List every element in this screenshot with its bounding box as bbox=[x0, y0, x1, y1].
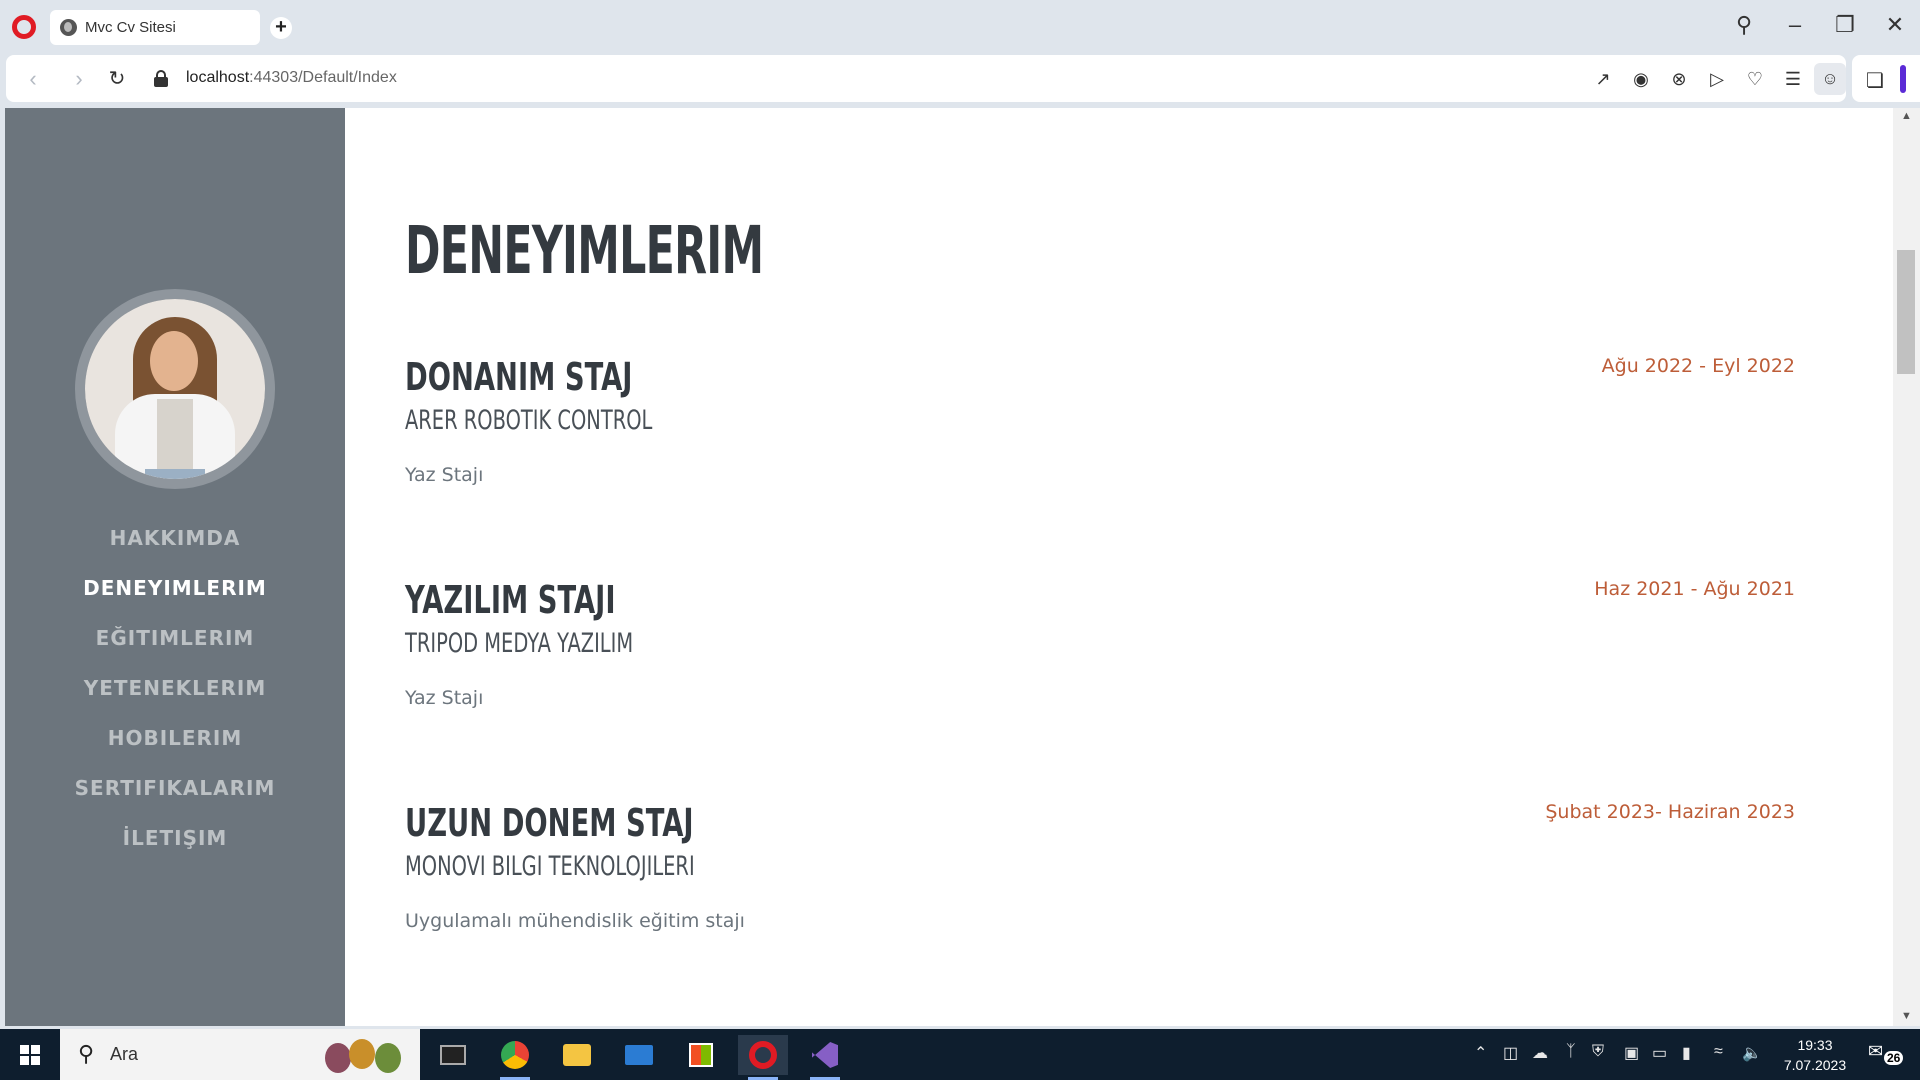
page-scrollbar[interactable]: ▲ ▼ bbox=[1893, 108, 1920, 1026]
experience-title: DONANIM STAJ bbox=[405, 355, 633, 399]
sidebar-item-hakkimda[interactable]: HAKKIMDA bbox=[5, 513, 345, 563]
notification-count: 26 bbox=[1884, 1051, 1904, 1065]
forward-icon[interactable]: › bbox=[66, 66, 92, 92]
display-icon[interactable]: ▭ bbox=[1652, 1043, 1667, 1063]
share-icon[interactable]: ↗ bbox=[1591, 67, 1615, 91]
bluetooth-icon[interactable]: ᛉ bbox=[1566, 1043, 1576, 1061]
cloud-icon[interactable]: ☁ bbox=[1532, 1043, 1548, 1063]
chevron-up-icon[interactable]: ⌃ bbox=[1474, 1043, 1487, 1063]
store-icon[interactable] bbox=[676, 1035, 726, 1075]
restore-icon[interactable]: ❐ bbox=[1830, 12, 1860, 38]
scroll-down-icon[interactable]: ▼ bbox=[1901, 1010, 1912, 1022]
address-bar: ‹ › ↻ localhost:44303/Default/Index ↗ ◉ … bbox=[6, 55, 1846, 102]
search-highlight-image bbox=[325, 1039, 405, 1073]
sidebar-item-iletisim[interactable]: İLETIŞIM bbox=[5, 813, 345, 863]
close-icon[interactable]: ✕ bbox=[1880, 12, 1910, 38]
heart-icon[interactable]: ♡ bbox=[1743, 67, 1767, 91]
scroll-thumb[interactable] bbox=[1897, 250, 1915, 374]
visual-studio-icon[interactable] bbox=[800, 1035, 850, 1080]
minimize-icon[interactable]: – bbox=[1780, 12, 1810, 38]
windows-start-icon[interactable] bbox=[20, 1045, 41, 1066]
experience-description: Yaz Stajı bbox=[405, 687, 484, 709]
profile-icon[interactable]: ☺ bbox=[1814, 63, 1846, 95]
cube-icon[interactable]: ❏ bbox=[1866, 68, 1884, 93]
back-icon[interactable]: ‹ bbox=[20, 66, 46, 92]
tab-title: Mvc Cv Sitesi bbox=[85, 19, 176, 36]
experience-description: Yaz Stajı bbox=[405, 464, 484, 486]
sidebar-item-yeteneklerim[interactable]: YETENEKLERIM bbox=[5, 663, 345, 713]
experience-date: Şubat 2023- Haziran 2023 bbox=[1545, 801, 1795, 823]
camera-icon[interactable]: ◉ bbox=[1629, 67, 1653, 91]
battery-icon[interactable]: ▮ bbox=[1682, 1043, 1691, 1063]
file-explorer-icon[interactable] bbox=[552, 1035, 602, 1075]
page-title: DENEYIMLERIM bbox=[405, 212, 764, 289]
settings-sliders-icon[interactable]: ☰ bbox=[1781, 67, 1805, 91]
experience-title: UZUN DONEM STAJ bbox=[405, 801, 694, 845]
reload-icon[interactable]: ↻ bbox=[104, 66, 130, 91]
sidebar-item-hobilerim[interactable]: HOBILERIM bbox=[5, 713, 345, 763]
clock-time: 19:33 bbox=[1797, 1037, 1833, 1053]
url-host: localhost bbox=[186, 69, 250, 86]
url-field[interactable]: localhost:44303/Default/Index bbox=[186, 69, 397, 87]
mail-icon[interactable] bbox=[614, 1035, 664, 1075]
taskbar: ⚲ Ara ⌃ ◫ ☁ ᛉ ⛨ ▣ ▭ ▮ ≈ 🔈 19:33 7.07.202… bbox=[0, 1029, 1920, 1080]
opera-logo-icon[interactable] bbox=[12, 15, 36, 39]
sidebar-menu: HAKKIMDA DENEYIMLERIM EĞITIMLERIM YETENE… bbox=[5, 513, 345, 863]
browser-tab-bar: Mvc Cv Sitesi + ⚲ – ❐ ✕ bbox=[0, 0, 1920, 54]
terminal-icon[interactable] bbox=[428, 1035, 478, 1075]
experience-date: Ağu 2022 - Eyl 2022 bbox=[1601, 355, 1795, 377]
page-viewport: HAKKIMDA DENEYIMLERIM EĞITIMLERIM YETENE… bbox=[5, 108, 1898, 1026]
sidebar-item-sertifikalarim[interactable]: SERTIFIKALARIM bbox=[5, 763, 345, 813]
main-content: DENEYIMLERIM DONANIM STAJ ARER ROBOTIK C… bbox=[405, 108, 1795, 1026]
extensions-area: ❏ bbox=[1852, 55, 1920, 102]
search-icon: ⚲ bbox=[78, 1041, 95, 1066]
security-shield-icon[interactable]: ⛨ bbox=[1592, 1043, 1604, 1061]
sidebar: HAKKIMDA DENEYIMLERIM EĞITIMLERIM YETENE… bbox=[5, 108, 345, 1026]
experience-description: Uygulamalı mühendislik eğitim stajı bbox=[405, 910, 745, 932]
network-drive-icon[interactable]: ◫ bbox=[1503, 1043, 1518, 1063]
taskbar-clock[interactable]: 19:33 7.07.2023 bbox=[1770, 1035, 1860, 1075]
play-icon[interactable]: ▷ bbox=[1705, 67, 1729, 91]
sidebar-item-deneyimlerim[interactable]: DENEYIMLERIM bbox=[5, 563, 345, 613]
experience-company: ARER ROBOTIK CONTROL bbox=[405, 405, 653, 436]
lock-icon[interactable] bbox=[154, 70, 168, 87]
taskbar-search-text: Ara bbox=[110, 1044, 139, 1064]
notification-icon[interactable]: ✉ 26 bbox=[1868, 1041, 1904, 1069]
clock-date: 7.07.2023 bbox=[1783, 1057, 1847, 1073]
sidebar-item-egitimlerim[interactable]: EĞITIMLERIM bbox=[5, 613, 345, 663]
search-icon[interactable]: ⚲ bbox=[1729, 12, 1759, 38]
browser-tab[interactable]: Mvc Cv Sitesi bbox=[50, 10, 260, 45]
experience-date: Haz 2021 - Ağu 2021 bbox=[1594, 578, 1795, 600]
wifi-icon[interactable]: ≈ bbox=[1714, 1043, 1723, 1061]
profile-avatar bbox=[75, 289, 275, 489]
sidebar-toggle[interactable] bbox=[1900, 65, 1906, 93]
experience-title: YAZILIM STAJI bbox=[405, 578, 616, 622]
experience-company: TRIPOD MEDYA YAZILIM bbox=[405, 628, 634, 659]
taskbar-search[interactable]: ⚲ Ara bbox=[60, 1029, 420, 1080]
volume-icon[interactable]: 🔈 bbox=[1742, 1043, 1762, 1063]
camera-tray-icon[interactable]: ▣ bbox=[1624, 1043, 1639, 1063]
new-tab-button[interactable]: + bbox=[270, 17, 292, 39]
chrome-icon[interactable] bbox=[490, 1035, 540, 1080]
adblock-icon[interactable]: ⊗ bbox=[1667, 67, 1691, 91]
globe-icon bbox=[60, 19, 77, 36]
opera-taskbar-icon[interactable] bbox=[738, 1035, 788, 1080]
experience-company: MONOVI BILGI TEKNOLOJILERI bbox=[405, 851, 695, 882]
scroll-up-icon[interactable]: ▲ bbox=[1901, 110, 1912, 122]
url-path: :44303/Default/Index bbox=[249, 69, 397, 86]
